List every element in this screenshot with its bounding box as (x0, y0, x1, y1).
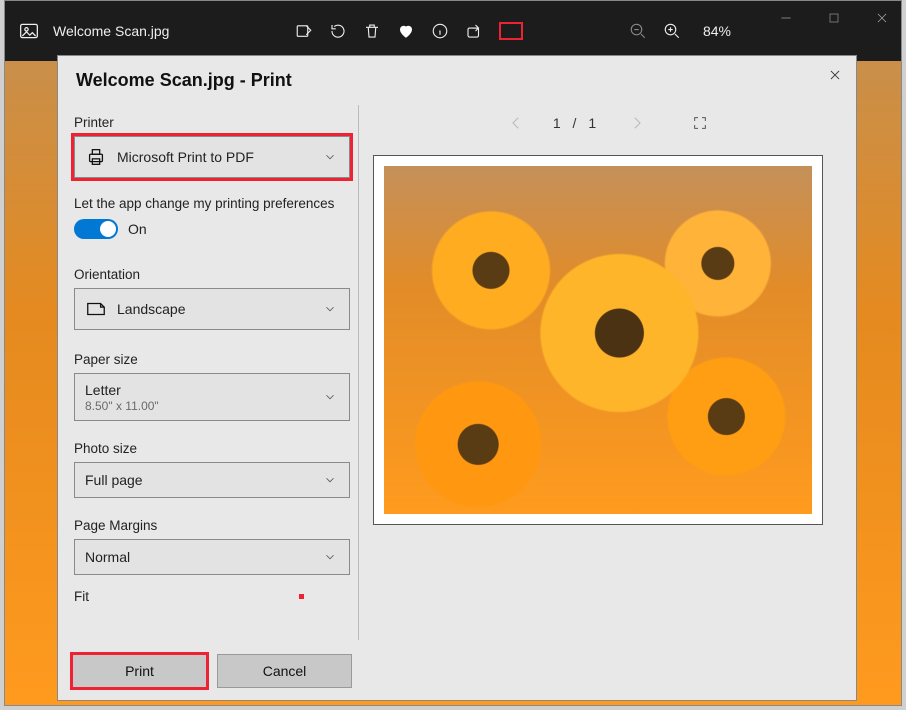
photo-size-value: Full page (85, 472, 143, 488)
margins-combobox[interactable]: Normal (74, 539, 350, 575)
zoom-out-icon[interactable] (629, 22, 647, 40)
photo-size-combobox[interactable]: Full page (74, 462, 350, 498)
page-indicator: 1 / 1 (553, 115, 600, 131)
landscape-icon (85, 298, 107, 320)
info-icon[interactable] (431, 22, 449, 40)
zoom-value: 84% (703, 23, 731, 39)
window-controls (777, 9, 891, 27)
margins-label: Page Margins (74, 518, 342, 533)
title-bar: Welcome Scan.jpg 84% (5, 1, 901, 61)
next-page-icon[interactable] (628, 114, 646, 132)
preferences-toggle[interactable] (74, 219, 118, 239)
paper-size-label: Paper size (74, 352, 342, 367)
paper-size-value: Letter (85, 382, 159, 398)
favorite-icon[interactable] (397, 22, 415, 40)
file-name: Welcome Scan.jpg (53, 23, 169, 39)
photo-size-label: Photo size (74, 441, 342, 456)
paper-size-combobox[interactable]: Letter 8.50" x 11.00" (74, 373, 350, 421)
maximize-icon[interactable] (825, 9, 843, 27)
print-dialog: Welcome Scan.jpg - Print Printer Microso… (57, 55, 857, 701)
preview-toolbar: 1 / 1 (359, 99, 856, 147)
margins-value: Normal (85, 549, 130, 565)
share-icon[interactable] (465, 22, 483, 40)
print-settings-pane: Printer Microsoft Print to PDF Let the a… (58, 99, 358, 700)
close-icon[interactable] (873, 9, 891, 27)
prev-page-icon[interactable] (507, 114, 525, 132)
chevron-down-icon (323, 302, 337, 316)
printer-icon (85, 146, 107, 168)
zoom-controls: 84% (629, 22, 731, 40)
paper-size-sub: 8.50" x 11.00" (85, 399, 159, 413)
chevron-down-icon (323, 550, 337, 564)
chevron-down-icon (323, 473, 337, 487)
fullscreen-icon[interactable] (692, 115, 708, 131)
dialog-title: Welcome Scan.jpg - Print (58, 56, 856, 99)
more-button[interactable] (499, 22, 523, 40)
main-toolbar (295, 22, 523, 40)
zoom-in-icon[interactable] (663, 22, 681, 40)
orientation-value: Landscape (117, 301, 186, 317)
dialog-footer: Print Cancel (72, 654, 352, 688)
preview-sheet (373, 155, 823, 525)
delete-icon[interactable] (363, 22, 381, 40)
app-window: Welcome Scan.jpg 84% Welcome Scan.jpg - … (4, 0, 902, 706)
dialog-close-icon[interactable] (828, 68, 842, 82)
fit-label: Fit (74, 589, 89, 604)
print-button[interactable]: Print (72, 654, 207, 688)
chevron-down-icon (323, 390, 337, 404)
chevron-down-icon (323, 150, 337, 164)
printer-combobox[interactable]: Microsoft Print to PDF (74, 136, 350, 178)
highlight-marker (299, 594, 304, 599)
rotate-icon[interactable] (329, 22, 347, 40)
print-preview-pane: 1 / 1 (359, 99, 856, 700)
cancel-button[interactable]: Cancel (217, 654, 352, 688)
photos-app-icon (19, 21, 39, 41)
orientation-combobox[interactable]: Landscape (74, 288, 350, 330)
printer-label: Printer (74, 115, 342, 130)
orientation-label: Orientation (74, 267, 342, 282)
printer-value: Microsoft Print to PDF (117, 149, 254, 165)
edit-icon[interactable] (295, 22, 313, 40)
preview-image (384, 166, 812, 514)
preferences-text: Let the app change my printing preferenc… (74, 196, 342, 211)
minimize-icon[interactable] (777, 9, 795, 27)
toggle-state-label: On (128, 221, 147, 237)
